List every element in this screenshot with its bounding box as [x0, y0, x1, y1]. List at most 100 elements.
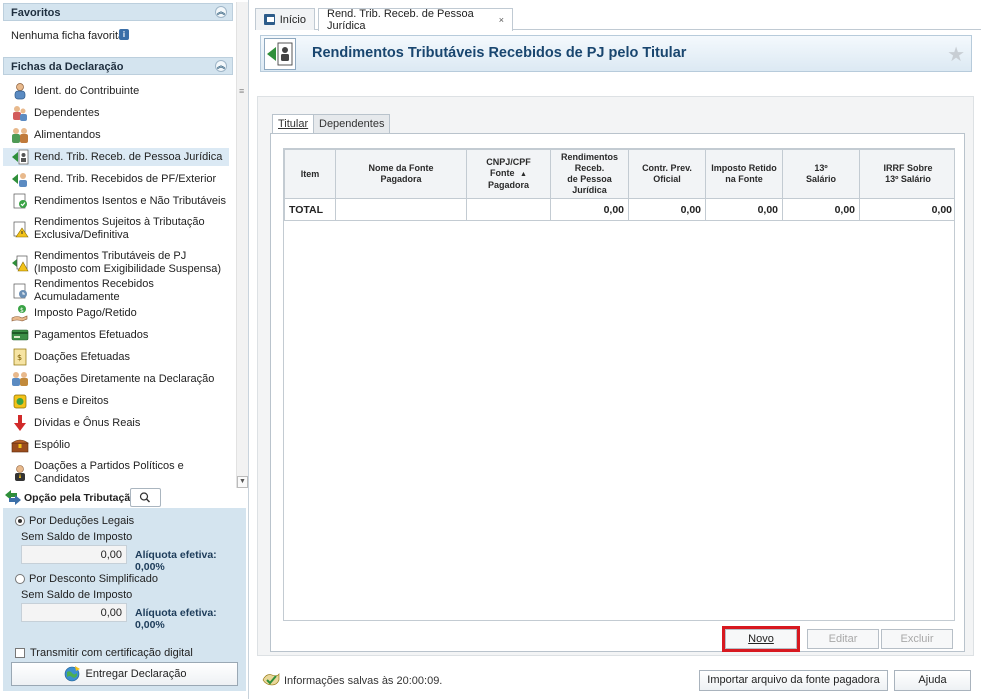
- sidebar-item-alimentandos[interactable]: Alimentandos: [3, 126, 229, 144]
- certificacao-checkbox[interactable]: [15, 648, 25, 658]
- favoritos-empty-text: Nenhuma ficha favorita: [11, 30, 125, 42]
- total-irrf-13: 0,00: [859, 198, 954, 221]
- main-area: Início Rend. Trib. Receb. de Pessoa Jurí…: [252, 0, 984, 699]
- total-cnpj: [466, 198, 551, 221]
- dependents-icon: [11, 104, 29, 122]
- tab-titular[interactable]: Titular: [272, 114, 315, 134]
- tab-dependentes-label: Dependentes: [319, 118, 385, 130]
- radio-button[interactable]: [15, 574, 25, 584]
- svg-text:$: $: [20, 307, 24, 314]
- scroll-down-icon[interactable]: ▼: [237, 476, 248, 488]
- sidebar-item-rend-exclusiva[interactable]: Rendimentos Sujeitos à Tributação Exclus…: [3, 214, 229, 244]
- sidebar-item-bens-direitos[interactable]: Bens e Direitos: [3, 392, 229, 410]
- tab-inicio[interactable]: Início: [255, 8, 315, 30]
- total-nome-fonte: [335, 198, 467, 221]
- sidebar-item-dividas[interactable]: Dívidas e Ônus Reais: [3, 414, 229, 432]
- close-icon[interactable]: ×: [499, 15, 504, 25]
- collapse-favoritos-icon[interactable]: ︽: [215, 6, 227, 18]
- importar-arquivo-button[interactable]: Importar arquivo da fonte pagadora: [699, 670, 888, 691]
- tab-rend-trib-pj[interactable]: Rend. Trib. Receb. de Pessoa Jurídica ×: [318, 8, 513, 32]
- tab-rend-trib-pj-label: Rend. Trib. Receb. de Pessoa Jurídica: [327, 8, 474, 32]
- sidebar-item-dependentes[interactable]: Dependentes: [3, 104, 229, 122]
- sidebar: Favoritos ︽ Nenhuma ficha favorita i Fic…: [0, 0, 249, 699]
- radio-button-selected[interactable]: [15, 516, 25, 526]
- rendimentos-table[interactable]: Item Nome da Fonte Pagadora CNPJ/CPF Fonte…: [283, 148, 955, 621]
- total-label: TOTAL: [284, 198, 336, 221]
- table-header-row: Item Nome da Fonte Pagadora CNPJ/CPF Fonte…: [284, 149, 954, 199]
- tributacao-panel: Por Deduções Legais Sem Saldo de Imposto…: [3, 508, 246, 691]
- sidebar-item-doacoes-partidos[interactable]: Doações a Partidos Políticos e Candidato…: [3, 458, 229, 486]
- entregar-declaracao-label: Entregar Declaração: [85, 668, 187, 680]
- assets-icon: [11, 392, 29, 410]
- saldo-simplificado-value: 0,00: [21, 603, 127, 622]
- novo-label: Novo: [748, 633, 774, 645]
- certificacao-checkbox-row[interactable]: Transmitir com certificação digital: [15, 647, 193, 659]
- col-header-contr-prev[interactable]: Contr. Prev. Oficial: [628, 149, 706, 199]
- sidebar-item-doacoes-diretas[interactable]: Doações Diretamente na Declaração: [3, 370, 229, 388]
- novo-button[interactable]: Novo: [722, 626, 800, 652]
- sidebar-item-rend-acumulados[interactable]: Rendimentos Recebidos Acumuladamente: [3, 278, 229, 303]
- scroll-grip-icon[interactable]: ≡: [239, 86, 244, 96]
- entregar-declaracao-button[interactable]: Entregar Declaração: [11, 662, 238, 686]
- sidebar-item-imposto-pago[interactable]: $ Imposto Pago/Retido: [3, 304, 229, 322]
- sidebar-item-rend-trib-pj[interactable]: Rend. Trib. Receb. de Pessoa Jurídica: [3, 148, 229, 166]
- income-pj-icon: [11, 148, 29, 166]
- sidebar-item-doacoes[interactable]: $ Doações Efetuadas: [3, 348, 229, 366]
- page-title: Rendimentos Tributáveis Recebidos de PJ …: [312, 45, 687, 61]
- exempt-income-icon: [11, 192, 29, 210]
- col-header-irrf-13[interactable]: IRRF Sobre 13º Salário: [859, 149, 954, 199]
- titular-panel: Item Nome da Fonte Pagadora CNPJ/CPF Fonte…: [270, 133, 965, 652]
- page-header: Rendimentos Tributáveis Recebidos de PJ …: [260, 35, 972, 72]
- editar-label: Editar: [828, 633, 858, 645]
- document-tabbar: Início Rend. Trib. Receb. de Pessoa Jurí…: [255, 8, 981, 32]
- tax-paid-icon: $: [11, 304, 29, 322]
- sidebar-item-rend-isentos[interactable]: Rendimentos Isentos e Não Tributáveis: [3, 192, 229, 210]
- col-header-rendimentos[interactable]: Rendimentos Receb. de Pessoa Jurídica: [550, 149, 629, 199]
- excluir-button[interactable]: Excluir: [881, 629, 953, 649]
- opcao-tributacao-label: Opção pela Tributação:: [24, 492, 141, 504]
- donation-doc-icon: $: [11, 348, 29, 366]
- deducoes-legais-label: Por Deduções Legais: [29, 515, 135, 527]
- col-header-imposto-retido[interactable]: Imposto Retido na Fonte: [705, 149, 783, 199]
- tab-dependentes[interactable]: Dependentes: [313, 114, 391, 133]
- radio-deducoes-legais[interactable]: Por Deduções Legais: [15, 515, 134, 527]
- saldo-simplificado-label: Sem Saldo de Imposto: [21, 589, 133, 601]
- donation-people-icon: [11, 370, 29, 388]
- excluir-label: Excluir: [900, 633, 934, 645]
- favorite-star-icon[interactable]: ★: [947, 42, 965, 67]
- search-icon: [139, 492, 151, 503]
- fichas-header[interactable]: Fichas da Declaração ︽: [3, 57, 233, 75]
- col-header-cnpj-cpf[interactable]: CNPJ/CPF Fonte ▲ Pagadora: [466, 149, 551, 199]
- sidebar-item-ident-contribuinte[interactable]: Ident. do Contribuinte: [3, 82, 229, 100]
- opcao-tributacao-bar: Opção pela Tributação:: [3, 488, 246, 508]
- payment-card-icon: [11, 326, 29, 344]
- radio-desconto-simplificado[interactable]: Por Desconto Simplificado: [15, 573, 158, 585]
- home-icon: [264, 14, 275, 25]
- info-icon: i: [119, 29, 129, 40]
- editar-button[interactable]: Editar: [807, 629, 879, 649]
- col-header-13-salario[interactable]: 13º Salário: [782, 149, 860, 199]
- ajuda-button[interactable]: Ajuda: [894, 670, 971, 691]
- saved-check-icon: [262, 671, 280, 689]
- col-header-nome-fonte[interactable]: Nome da Fonte Pagadora: [335, 149, 467, 199]
- sidebar-scrollbar[interactable]: ≡ ▼: [236, 2, 248, 488]
- globe-send-icon: [63, 665, 81, 683]
- col-header-item[interactable]: Item: [284, 149, 336, 199]
- total-rendimentos: 0,00: [550, 198, 629, 221]
- total-13-salario: 0,00: [782, 198, 860, 221]
- importar-arquivo-label: Importar arquivo da fonte pagadora: [707, 674, 880, 686]
- sidebar-item-pagamentos[interactable]: Pagamentos Efetuados: [3, 326, 229, 344]
- income-pf-icon: [11, 170, 29, 188]
- favoritos-header[interactable]: Favoritos ︽: [3, 3, 233, 21]
- sidebar-item-rend-trib-pf[interactable]: Rend. Trib. Recebidos de PF/Exterior: [3, 170, 229, 188]
- certificacao-label: Transmitir com certificação digital: [30, 647, 193, 659]
- collapse-fichas-icon[interactable]: ︽: [215, 60, 227, 72]
- politician-icon: [11, 464, 29, 482]
- sidebar-item-rend-suspensa[interactable]: Rendimentos Tributáveis de PJ (Imposto c…: [3, 248, 229, 278]
- search-button[interactable]: [130, 488, 161, 507]
- income-pj-header-icon: [264, 38, 296, 70]
- tab-titular-label: Titular: [278, 118, 309, 130]
- content-panel: Titular Dependentes Item Nome da Fonte Pa…: [257, 96, 974, 656]
- warning-doc-icon: [11, 220, 29, 238]
- sidebar-item-espolio[interactable]: Espólio: [3, 436, 229, 454]
